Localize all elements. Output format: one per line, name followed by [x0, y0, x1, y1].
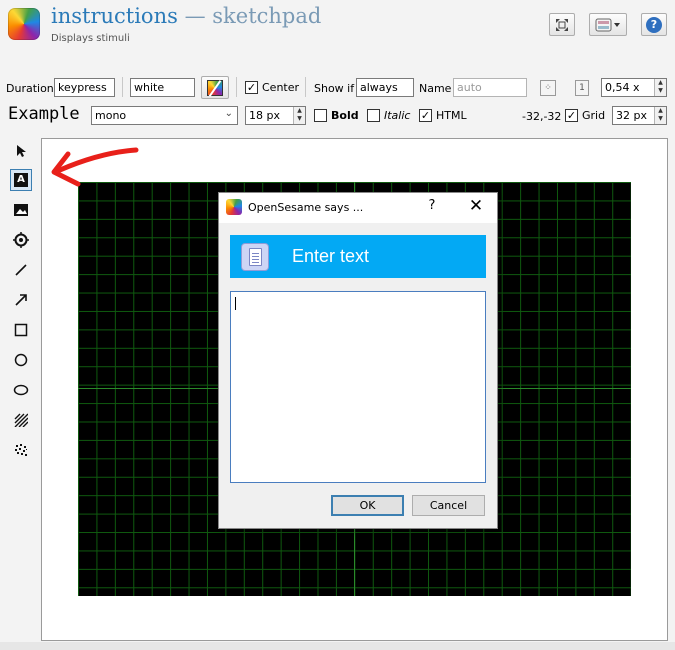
red-annotation-arrow: [51, 147, 139, 187]
image-icon: [14, 204, 28, 216]
text-icon: A: [14, 173, 28, 187]
circle-icon: [14, 353, 28, 367]
divider: [236, 77, 237, 97]
opensesame-logo-icon: [226, 199, 242, 215]
status-strip: [0, 642, 675, 650]
font-size-spinbox[interactable]: 18 px ▲ ▼: [245, 106, 306, 125]
arrow-icon: [15, 294, 27, 306]
help-icon: ?: [646, 16, 662, 33]
grid-size-spinbox[interactable]: 32 px ▲ ▼: [612, 106, 667, 125]
tool-ellipse[interactable]: [10, 379, 32, 401]
grid-label: Grid: [582, 109, 606, 122]
item-title[interactable]: instructions — sketchpad: [51, 4, 321, 28]
divider: [305, 77, 306, 97]
dialog-help-button[interactable]: ?: [425, 198, 439, 213]
html-checkbox[interactable]: ✓: [419, 109, 432, 122]
bold-label: Bold: [331, 109, 359, 122]
name-input[interactable]: auto: [453, 78, 527, 97]
zoom-spinbox[interactable]: 0,54 x ▲ ▼: [601, 78, 667, 97]
grid-checkbox[interactable]: ✓: [565, 109, 578, 122]
line-icon: [15, 264, 27, 276]
font-size-value: 18 px: [249, 109, 280, 122]
banner-text: Enter text: [292, 246, 370, 266]
spin-arrows-icon[interactable]: ▲ ▼: [654, 79, 666, 96]
chevron-down-icon: ⌄: [224, 108, 233, 119]
cancel-button[interactable]: Cancel: [412, 495, 485, 516]
zoom-value: 0,54 x: [605, 81, 640, 94]
item-description[interactable]: Displays stimuli: [51, 33, 130, 44]
dialog-banner: Enter text: [230, 235, 486, 278]
name-label: Name: [419, 82, 452, 95]
italic-checkbox[interactable]: [367, 109, 380, 122]
html-label: HTML: [436, 109, 467, 122]
cursor-coordinates: -32,-32: [522, 110, 562, 123]
show-if-input[interactable]: always: [356, 78, 414, 97]
divider: [122, 77, 123, 97]
tool-circle[interactable]: [10, 349, 32, 371]
item-name: instructions: [51, 4, 178, 28]
fullscreen-button[interactable]: [549, 13, 575, 36]
duration-label: Duration: [6, 82, 54, 95]
app-logo: [8, 8, 40, 40]
font-family-value: mono: [95, 109, 127, 122]
ok-button[interactable]: OK: [331, 495, 404, 516]
center-label: Center: [262, 81, 300, 94]
dialog-title: OpenSesame says ...: [248, 201, 364, 214]
tool-image[interactable]: [10, 199, 32, 221]
grid-snap-icon[interactable]: ⁘: [540, 80, 556, 96]
toggle-view-icon: [595, 18, 620, 31]
color-palette-icon: [207, 79, 223, 97]
font-example-text: Example: [8, 104, 80, 124]
expand-icon: [556, 18, 568, 31]
noise-icon: [15, 444, 27, 456]
view-options-button[interactable]: [589, 13, 627, 36]
tool-gabor[interactable]: [10, 409, 32, 431]
font-family-select[interactable]: mono ⌄: [91, 106, 238, 125]
document-icon: [241, 243, 269, 271]
rect-icon: [14, 323, 28, 337]
grid-size-value: 32 px: [616, 109, 647, 122]
center-checkbox[interactable]: ✓: [245, 81, 258, 94]
ellipse-icon: [13, 384, 29, 396]
color-picker-button[interactable]: [201, 76, 229, 99]
color-input[interactable]: white: [130, 78, 195, 97]
tool-fixdot[interactable]: [10, 229, 32, 251]
close-icon[interactable]: ✕: [467, 196, 485, 216]
pointer-icon: [17, 145, 26, 157]
duration-input[interactable]: keypress: [54, 78, 115, 97]
spin-arrows-icon[interactable]: ▲ ▼: [293, 107, 305, 124]
italic-label: Italic: [384, 109, 411, 122]
bold-checkbox[interactable]: [314, 109, 327, 122]
plugin-type: sketchpad: [212, 4, 322, 28]
help-button[interactable]: ?: [641, 13, 667, 36]
zoom-reset-icon[interactable]: 1: [575, 80, 589, 96]
text-caret: [235, 297, 236, 310]
tool-rect[interactable]: [10, 319, 32, 341]
tool-noise[interactable]: [10, 439, 32, 461]
dialog-titlebar[interactable]: OpenSesame says ... ? ✕: [219, 193, 497, 223]
title-separator: —: [184, 4, 206, 28]
spin-arrows-icon[interactable]: ▲ ▼: [654, 107, 666, 124]
tool-line[interactable]: [10, 259, 32, 281]
text-entry-area[interactable]: [230, 291, 486, 483]
tool-arrow[interactable]: [10, 289, 32, 311]
fixdot-icon: [13, 232, 29, 248]
show-if-label: Show if: [314, 82, 355, 95]
gabor-icon: [14, 413, 28, 427]
tool-pointer[interactable]: [10, 140, 32, 162]
tool-text[interactable]: A: [10, 169, 32, 191]
text-input-dialog: OpenSesame says ... ? ✕ Enter text OK Ca…: [218, 192, 498, 529]
